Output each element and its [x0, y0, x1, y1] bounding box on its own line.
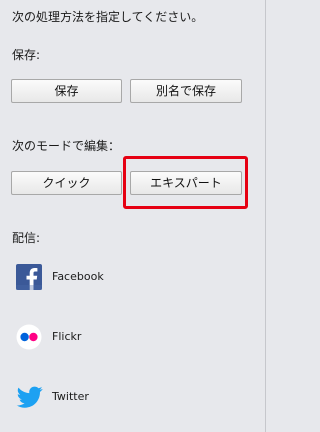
twitter-icon	[16, 384, 43, 410]
expert-highlight-frame	[123, 156, 248, 209]
share-heading: 配信:	[12, 231, 41, 245]
save-as-button[interactable]: 別名で保存	[130, 79, 242, 103]
share-options-panel: 次の処理方法を指定してください。 保存: 保存 別名で保存 次のモードで編集： …	[0, 0, 266, 432]
share-flickr[interactable]: Flickr	[12, 321, 232, 353]
quick-mode-button[interactable]: クイック	[11, 171, 122, 195]
share-facebook[interactable]: Facebook	[12, 261, 232, 293]
flickr-icon	[16, 324, 42, 350]
share-flickr-label: Flickr	[52, 330, 82, 343]
save-button[interactable]: 保存	[11, 79, 122, 103]
edit-mode-heading: 次のモードで編集：	[12, 139, 121, 153]
share-twitter-label: Twitter	[52, 390, 89, 403]
share-facebook-label: Facebook	[52, 270, 104, 283]
instruction-text: 次の処理方法を指定してください。	[12, 10, 204, 24]
share-twitter[interactable]: Twitter	[12, 381, 232, 413]
save-heading: 保存:	[12, 48, 41, 62]
facebook-icon	[16, 264, 42, 290]
